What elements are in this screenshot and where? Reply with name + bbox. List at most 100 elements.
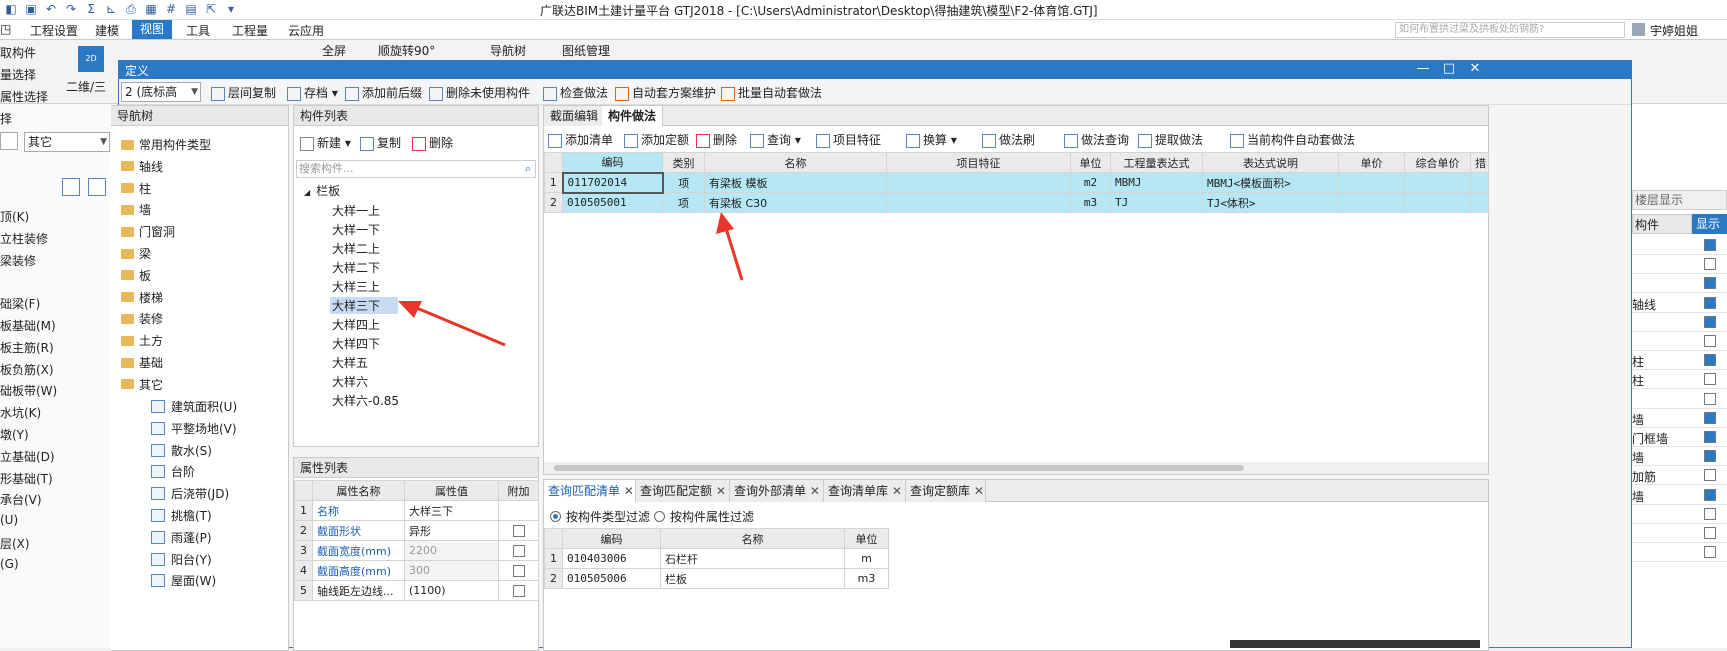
bg-right-row[interactable]	[1632, 390, 1727, 409]
nav-item[interactable]: 梁	[121, 245, 151, 262]
property-row[interactable]: 2 截面形状 异形	[294, 520, 539, 541]
nav-sub-item[interactable]: 后浇带(JD)	[151, 485, 229, 502]
tab-section-edit[interactable]: 截面编辑	[544, 106, 606, 126]
cell-name[interactable]: 石栏杆	[660, 548, 845, 569]
component-group[interactable]: ◢ 栏板	[304, 182, 340, 199]
bg-right-row[interactable]: 墙	[1632, 447, 1727, 467]
bg-left-item[interactable]: 水坑(K)	[0, 404, 41, 421]
drawing-manage-toggle[interactable]: 图纸管理	[562, 42, 610, 59]
bg-left-item[interactable]: 板主筋(R)	[0, 339, 54, 356]
component-item[interactable]: 大样六	[332, 373, 368, 390]
rotate-button[interactable]: 顺旋转90°	[378, 42, 435, 59]
method-row[interactable]: 2 010505001 项有梁板 C30 m3 TJ TJ<体积>	[544, 192, 1489, 213]
extra-checkbox[interactable]	[512, 585, 525, 597]
display-checkbox[interactable]	[1704, 546, 1716, 559]
cell-unit[interactable]: m	[844, 548, 889, 569]
display-checkbox[interactable]	[1704, 296, 1716, 309]
cell-code[interactable]: 010403006	[562, 548, 661, 569]
check-method-button[interactable]: 检查做法	[543, 84, 608, 101]
cell-empty[interactable]	[1338, 192, 1405, 213]
nav-sub-item[interactable]: 挑檐(T)	[151, 507, 212, 524]
bg-right-row[interactable]: 柱	[1632, 351, 1727, 371]
save-icon[interactable]: ▣	[24, 2, 38, 17]
display-checkbox[interactable]	[1704, 315, 1716, 328]
extra-checkbox[interactable]	[512, 525, 525, 537]
bg-left-item[interactable]: (U)	[0, 513, 18, 527]
display-checkbox[interactable]	[1704, 392, 1716, 405]
item-feature-button[interactable]: 项目特征	[816, 131, 881, 148]
bg-left-item[interactable]: 梁装修	[0, 252, 36, 269]
property-value[interactable]: (1100)	[404, 580, 499, 601]
filter-by-type-radio[interactable]: 按构件类型过滤	[550, 508, 650, 525]
display-checkbox[interactable]	[1704, 335, 1716, 347]
bg-right-row[interactable]	[1632, 313, 1727, 332]
bg-left-item[interactable]: 础梁(F)	[0, 295, 40, 312]
bg-right-row[interactable]: 轴线	[1632, 294, 1727, 313]
nav-item[interactable]: 常用构件类型	[121, 136, 211, 153]
horizontal-scrollbar[interactable]	[544, 462, 1488, 474]
auto-scheme-button[interactable]: 自动套方案维护	[615, 84, 716, 101]
bg-right-row[interactable]	[1632, 524, 1727, 543]
bg-right-row[interactable]: 加筋	[1632, 466, 1727, 486]
component-search-input[interactable]: 搜索构件... ⌕	[296, 160, 536, 178]
undo-icon[interactable]: ↶	[44, 2, 58, 17]
cell-empty[interactable]	[1338, 172, 1405, 193]
cell-expr-desc[interactable]: MBMJ<模板面积>	[1202, 172, 1339, 193]
nav-item[interactable]: 轴线	[121, 158, 163, 175]
bg-left-item[interactable]: 承台(V)	[0, 491, 42, 508]
property-row[interactable]: 3 截面宽度(mm) 2200	[294, 540, 539, 561]
expand-icon[interactable]: ◢	[304, 188, 310, 197]
cell-name[interactable]: 有梁板 模板	[704, 172, 887, 193]
cell-feature[interactable]	[886, 192, 1071, 213]
display-checkbox[interactable]	[1704, 431, 1716, 443]
cell-unit[interactable]: m3	[1070, 192, 1111, 213]
bg-right-row[interactable]: 门框墙	[1632, 428, 1727, 447]
filter-by-attr-radio[interactable]: 按构件属性过滤	[654, 508, 754, 525]
avatar[interactable]	[1632, 23, 1645, 36]
delete-component-button[interactable]: 删除	[412, 134, 453, 151]
property-value[interactable]: 大样三下	[404, 500, 499, 521]
bg-left-item[interactable]: 量选择	[0, 66, 36, 83]
bg-left-item[interactable]: 层(X)	[0, 535, 30, 552]
display-checkbox[interactable]	[1704, 277, 1716, 290]
component-item[interactable]: 大样四下	[332, 335, 380, 352]
help-search-input[interactable]: 如何布置拱过梁及拱板处的钢筋?	[1395, 22, 1625, 38]
detail-view-icon[interactable]	[88, 178, 106, 196]
floor-display-button[interactable]: 楼层显示	[1632, 190, 1727, 210]
property-row[interactable]: 5 轴线距左边线... (1100)	[294, 580, 539, 601]
copy-floors-button[interactable]: 层间复制	[211, 84, 276, 101]
tab-quota-library[interactable]: 查询定额库 ✕	[906, 480, 986, 502]
add-quota-button[interactable]: 添加定额	[624, 131, 689, 148]
bg-left-item[interactable]: 板负筋(X)	[0, 361, 54, 378]
cell-code[interactable]: 010505001	[562, 192, 663, 213]
query-row[interactable]: 1 010403006 石栏杆 m	[544, 548, 889, 569]
menu-modeling[interactable]: 建模	[95, 22, 119, 39]
floor-select[interactable]: 2 (底标高3.3)▼	[121, 82, 201, 117]
bg-left-item[interactable]: 立基础(D)	[0, 448, 55, 465]
delete-button[interactable]: 删除	[696, 131, 737, 148]
fullscreen-button[interactable]: 全屏	[322, 42, 346, 59]
new-component-button[interactable]: 新建 ▾	[300, 134, 351, 151]
cell-unit[interactable]: m2	[1070, 172, 1111, 193]
tab-close-icon[interactable]: ✕	[620, 484, 634, 498]
component-item[interactable]: 大样四上	[332, 316, 380, 333]
cell-empty[interactable]	[1470, 192, 1489, 213]
menu-tools[interactable]: 工具	[186, 22, 210, 39]
tab-close-icon[interactable]: ✕	[970, 484, 984, 498]
method-brush-button[interactable]: 做法刷	[982, 131, 1035, 148]
property-value[interactable]: 异形	[404, 520, 499, 541]
maximize-icon[interactable]: □	[1439, 61, 1459, 76]
display-checkbox[interactable]	[1704, 373, 1716, 386]
username[interactable]: 宇婷姐姐	[1650, 22, 1698, 39]
bg-left-item[interactable]: 属性选择	[0, 88, 48, 105]
print-icon[interactable]: ⎙	[124, 2, 138, 17]
search-icon[interactable]: ⌕	[525, 161, 531, 177]
display-checkbox[interactable]	[1704, 507, 1716, 520]
tab-close-icon[interactable]: ✕	[888, 484, 902, 498]
display-checkbox[interactable]	[1704, 527, 1716, 539]
bg-left-combo[interactable]: 其它 ▼	[24, 132, 110, 152]
component-item[interactable]: 大样一上	[332, 202, 380, 219]
delete-unused-button[interactable]: 删除未使用构件	[429, 84, 530, 101]
list-view-icon[interactable]	[62, 178, 80, 196]
extract-method-button[interactable]: 提取做法	[1138, 131, 1203, 148]
